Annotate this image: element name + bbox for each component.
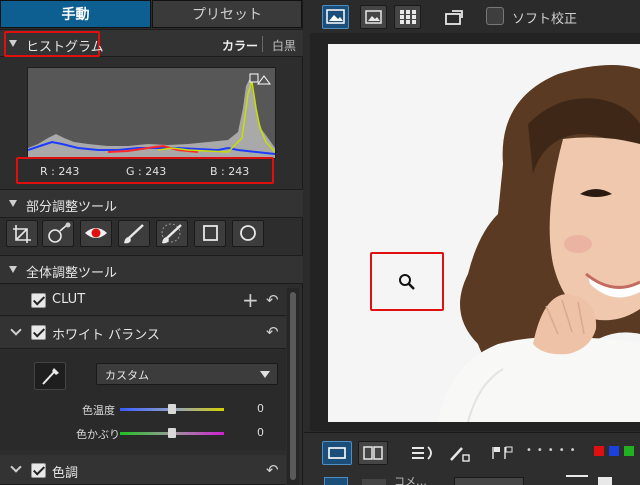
tone-row: 色調 ↶: [0, 455, 286, 485]
white-balance-panel: カスタム 色温度 0 色かぶり 0: [0, 350, 286, 450]
histogram-graph: [27, 67, 276, 159]
histogram-mode-mono[interactable]: 白黒: [272, 37, 296, 54]
soft-proof-label: ソフト校正: [512, 12, 578, 27]
collapse-triangle-icon[interactable]: [9, 266, 17, 273]
grid-icon: [400, 10, 416, 24]
add-icon[interactable]: +: [242, 288, 259, 312]
undo-icon[interactable]: ↶: [266, 461, 279, 479]
color-picker-tool-button[interactable]: [42, 220, 74, 247]
preview-image[interactable]: [328, 44, 640, 422]
histogram-title: ヒストグラム: [26, 40, 104, 55]
split-compare-button[interactable]: [358, 441, 388, 465]
brush-tool-button[interactable]: [118, 220, 150, 247]
g-value: G : 243: [126, 165, 167, 178]
dropdown-arrow-icon: [260, 371, 270, 378]
clut-row: CLUT + ↶: [0, 286, 286, 316]
color-label-blue[interactable]: [609, 446, 619, 456]
histogram-chart: [27, 73, 276, 158]
white-balance-checkbox[interactable]: [31, 325, 46, 340]
histogram-header[interactable]: ヒストグラム カラー 白黒: [0, 29, 303, 57]
color-label-green[interactable]: [624, 446, 634, 456]
edit-button[interactable]: [446, 443, 472, 465]
rating-dots[interactable]: •••••: [526, 446, 588, 456]
soft-proof-checkbox[interactable]: [486, 7, 504, 25]
undo-icon[interactable]: ↶: [266, 291, 279, 309]
b-value: B : 243: [210, 165, 250, 178]
collapse-triangle-icon[interactable]: [9, 200, 17, 207]
temperature-slider-knob[interactable]: [168, 404, 176, 414]
white-balance-row: ホワイト バランス ↶: [0, 317, 286, 349]
grid-view-button[interactable]: [394, 5, 421, 29]
single-pane-icon: [328, 447, 346, 459]
brush-icon: [124, 224, 144, 244]
rgb-readout: R : 243 G : 243 B : 243: [16, 157, 274, 184]
clut-label: CLUT: [52, 292, 86, 307]
local-tools-header[interactable]: 部分調整ツール: [0, 189, 303, 218]
eyedropper-button[interactable]: [34, 362, 66, 390]
rotate-icon: [445, 10, 463, 25]
lower-toolbar-active[interactable]: [324, 477, 348, 485]
temperature-value: 0: [257, 402, 264, 415]
thumbnail-view-button[interactable]: [360, 5, 387, 29]
single-view-button[interactable]: [322, 5, 349, 29]
histogram-mode-color[interactable]: カラー: [222, 37, 258, 54]
tint-value: 0: [257, 426, 264, 439]
zoom-cursor-highlight: [370, 252, 444, 311]
bottom-toolbar: ••••• コメ…: [304, 432, 640, 485]
divider: [262, 36, 263, 52]
clut-checkbox[interactable]: [31, 293, 46, 308]
rectangle-icon: [203, 225, 218, 241]
tone-label: 色調: [52, 466, 79, 481]
left-panel: 手動 プリセット ヒストグラム カラー 白黒 R : 243 G : 243 B…: [0, 0, 303, 485]
tab-bar: 手動 プリセット: [0, 0, 303, 28]
scrollbar-thumb[interactable]: [290, 292, 296, 480]
global-tools-header[interactable]: 全体調整ツール: [0, 255, 303, 284]
white-balance-select[interactable]: カスタム: [96, 363, 278, 385]
global-tools-title: 全体調整ツール: [26, 266, 118, 281]
color-label-red[interactable]: [594, 446, 604, 456]
chevron-down-icon[interactable]: [10, 324, 22, 336]
local-tools-title: 部分調整ツール: [26, 200, 118, 215]
red-eye-icon: [85, 228, 107, 238]
sort-icon: [412, 446, 432, 460]
tab-preset[interactable]: プリセット: [152, 0, 302, 28]
red-eye-tool-button[interactable]: [80, 220, 112, 247]
color-sample-icon: [48, 222, 71, 243]
split-pane-icon: [363, 446, 383, 460]
rotate-view-button[interactable]: [442, 6, 468, 28]
white-balance-label: ホワイト バランス: [52, 328, 160, 343]
crop-tool-button[interactable]: [6, 220, 38, 247]
single-image-icon: [326, 9, 345, 24]
circle-icon: [240, 225, 256, 241]
flag-buttons[interactable]: [490, 445, 516, 461]
temperature-label: 色温度: [82, 404, 115, 417]
soft-brush-icon: [161, 223, 182, 244]
lower-toolbar-label: コメ…: [394, 475, 427, 485]
magnifier-icon: [399, 274, 415, 290]
eyedropper-icon: [42, 368, 59, 385]
rectangle-tool-button[interactable]: [194, 220, 226, 247]
lower-toolbar-button[interactable]: [362, 479, 386, 485]
circle-tool-button[interactable]: [232, 220, 264, 247]
image-icon: [365, 10, 382, 24]
sort-button[interactable]: [408, 443, 436, 465]
copy-icon[interactable]: [598, 477, 612, 485]
lower-toolbar-group[interactable]: [454, 477, 524, 485]
crop-icon: [13, 225, 31, 243]
tint-label: 色かぶり: [76, 428, 120, 441]
view-toolbar: ソフト校正: [304, 0, 640, 33]
pen-icon: [450, 447, 470, 462]
single-compare-button[interactable]: [322, 441, 352, 465]
r-value: R : 243: [40, 165, 80, 178]
tab-manual[interactable]: 手動: [0, 0, 151, 28]
portrait-photo: [328, 44, 640, 422]
white-balance-select-value: カスタム: [105, 369, 149, 382]
tint-slider-knob[interactable]: [168, 428, 176, 438]
align-icon[interactable]: [566, 475, 588, 485]
soft-brush-tool-button[interactable]: [156, 220, 188, 247]
flag-icon: [492, 446, 513, 459]
undo-icon[interactable]: ↶: [266, 323, 279, 341]
chevron-down-icon[interactable]: [10, 461, 22, 473]
tone-checkbox[interactable]: [31, 463, 46, 478]
